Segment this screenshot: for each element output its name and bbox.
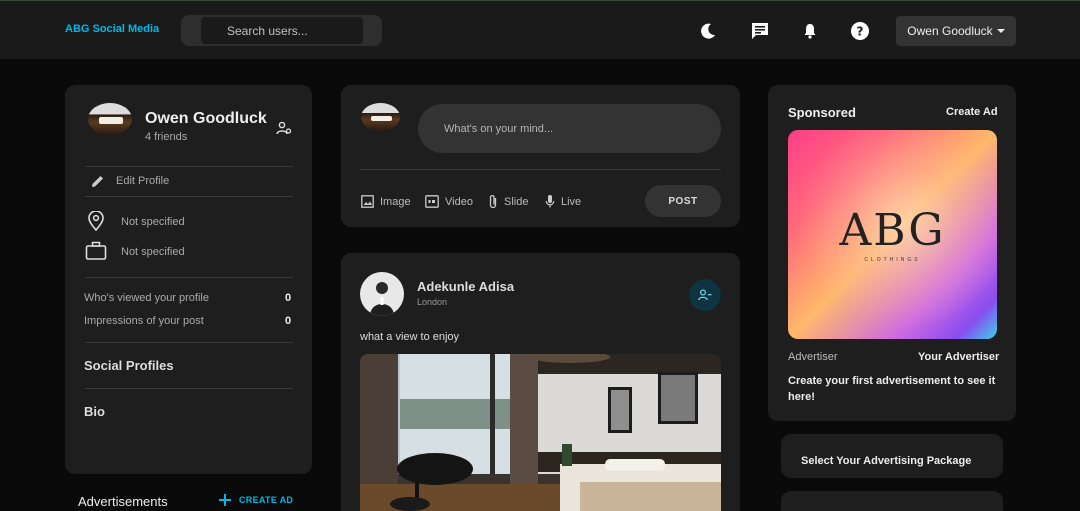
ad-image[interactable]: ABG CLOTHINGS (788, 130, 997, 339)
briefcase-icon (85, 241, 107, 260)
person-remove-icon (698, 289, 712, 301)
profile-name[interactable]: Owen Goodluck (145, 110, 267, 128)
advertisements-heading: Advertisements (78, 494, 168, 509)
post-text: what a view to enjoy (360, 331, 460, 343)
ad-logo-sub: CLOTHINGS (864, 257, 921, 263)
profile-views-count: 0 (285, 292, 292, 304)
advertiser-value: Your Advertiser (918, 351, 1000, 363)
divider (85, 342, 293, 343)
composer-avatar (361, 103, 400, 131)
divider (85, 196, 293, 197)
live-label: Live (561, 195, 582, 208)
bedroom-photo (360, 354, 721, 511)
image-label: Image (380, 195, 411, 208)
video-button[interactable]: Video (425, 195, 473, 208)
post-author-avatar[interactable] (360, 272, 404, 316)
create-ad-button[interactable]: CREATE AD (219, 494, 293, 506)
profile-avatar[interactable] (88, 103, 132, 135)
live-button[interactable]: Live (545, 194, 581, 209)
person-photo (370, 282, 394, 316)
post-author-name[interactable]: Adekunle Adisa (417, 279, 514, 294)
manage-friends-icon[interactable] (276, 120, 292, 136)
chevron-down-icon (996, 29, 1005, 33)
search-box (181, 15, 382, 46)
top-navbar: ABG Social Media ? Owen Goodluck (0, 0, 1080, 59)
image-button[interactable]: Image (361, 195, 411, 208)
video-label: Video (445, 195, 473, 208)
microphone-icon (545, 195, 555, 208)
edit-profile-link[interactable]: Edit Profile (116, 175, 169, 187)
divider (85, 166, 293, 167)
post-author-location: London (417, 297, 448, 307)
advertising-package-button[interactable]: Select Your Advertising Package (781, 434, 1003, 478)
search-input[interactable] (201, 17, 363, 44)
plus-icon (219, 494, 231, 506)
bio-heading: Bio (84, 404, 105, 419)
divider (360, 169, 721, 170)
occupation-value: Not specified (121, 246, 185, 258)
slide-label: Slide (504, 195, 529, 208)
moon-icon[interactable] (698, 21, 718, 41)
divider (85, 277, 293, 278)
paperclip-icon (489, 195, 497, 209)
friends-count: 4 friends (145, 131, 188, 143)
image-icon (361, 195, 374, 208)
svg-text:?: ? (857, 25, 864, 39)
ad-logo: ABG (839, 205, 946, 256)
create-ad-link[interactable]: Create Ad (946, 106, 998, 118)
ad-message: Create your first advertisement to see i… (788, 375, 996, 403)
package-card-partial (781, 491, 1003, 511)
create-ad-label: CREATE AD (239, 495, 294, 505)
advertising-package-label: Select Your Advertising Package (801, 455, 972, 467)
post-button[interactable]: POST (645, 185, 721, 217)
user-menu-name: Owen Goodluck (907, 24, 993, 38)
impressions-count: 0 (285, 315, 292, 327)
brand-logo[interactable]: ABG Social Media (65, 23, 159, 35)
user-menu-dropdown[interactable]: Owen Goodluck (896, 16, 1016, 46)
divider (85, 388, 293, 389)
slide-button[interactable]: Slide (488, 194, 528, 209)
help-icon[interactable]: ? (850, 21, 870, 41)
add-friend-button[interactable] (689, 279, 721, 311)
sponsored-heading: Sponsored (788, 105, 856, 120)
impressions-label: Impressions of your post (84, 315, 204, 327)
advertiser-label: Advertiser (788, 351, 838, 363)
location-value: Not specified (121, 216, 185, 228)
location-pin-icon (88, 211, 104, 231)
social-profiles-heading: Social Profiles (84, 358, 174, 373)
pencil-icon (92, 176, 103, 187)
post-image[interactable] (360, 354, 721, 511)
video-icon (425, 195, 439, 208)
bell-icon[interactable] (800, 21, 820, 41)
profile-views-label: Who's viewed your profile (84, 292, 209, 304)
chat-icon[interactable] (750, 21, 770, 41)
post-input[interactable] (418, 104, 721, 153)
